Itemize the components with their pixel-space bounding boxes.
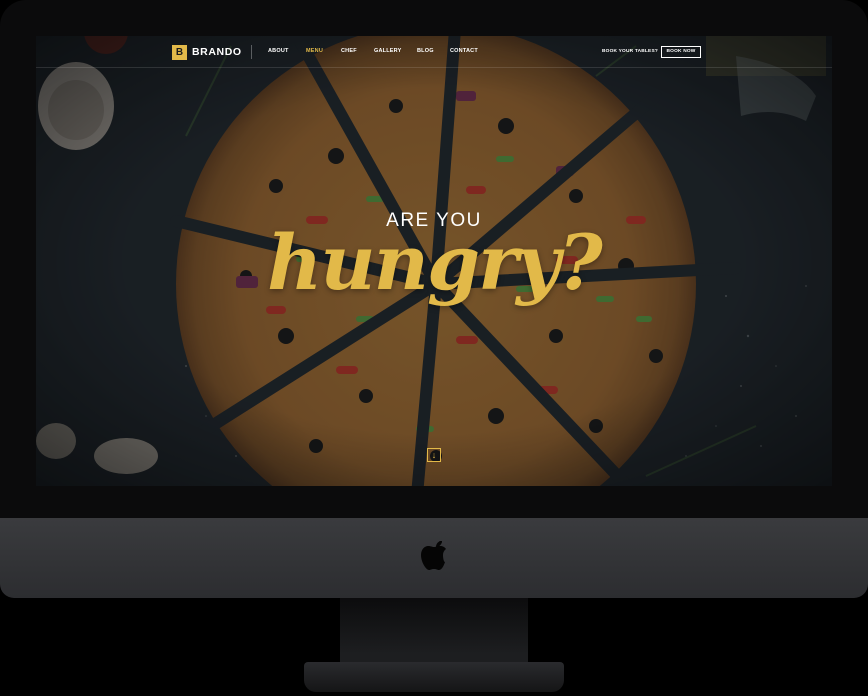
book-tables-prompt[interactable]: BOOK YOUR TABLES? [602,49,658,54]
nav-link-menu[interactable]: MENU [306,48,323,54]
website-screen: B BRANDO ABOUT MENU CHEF GALLERY BLOG CO… [36,36,832,486]
imac-stand-foot [304,662,564,692]
arrow-down-icon[interactable]: ↓ [427,448,441,462]
brand-name[interactable]: BRANDO [192,46,242,58]
nav-link-contact[interactable]: CONTACT [450,48,478,54]
top-navigation: B BRANDO ABOUT MENU CHEF GALLERY BLOG CO… [36,36,832,68]
hero-heading-script: hungry? [267,218,603,307]
apple-logo-icon [421,541,446,570]
book-now-button[interactable]: BOOK NOW [661,46,701,58]
imac-stand-neck [340,598,528,668]
nav-link-chef[interactable]: CHEF [341,48,357,54]
nav-link-blog[interactable]: BLOG [417,48,434,54]
nav-divider [251,45,252,59]
nav-link-gallery[interactable]: GALLERY [374,48,401,54]
brand-logo-icon[interactable]: B [172,45,187,60]
nav-link-about[interactable]: ABOUT [268,48,289,54]
